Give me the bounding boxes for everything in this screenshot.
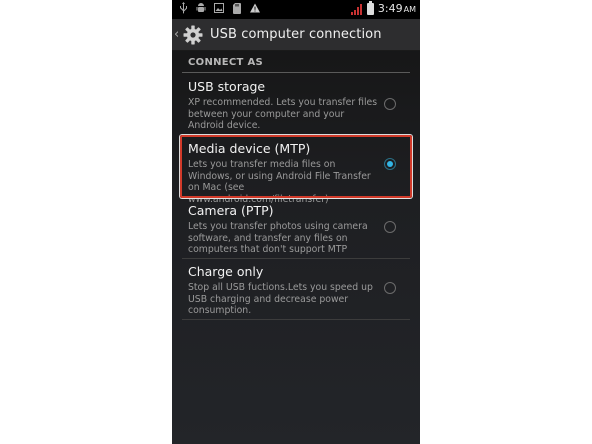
sd-card-icon (232, 2, 242, 14)
section-header-connect-as: CONNECT AS (182, 57, 410, 73)
option-charge-only[interactable]: Charge only Stop all USB fuctions.Lets y… (182, 264, 410, 317)
action-bar: ‹ USB computer connection (172, 19, 420, 51)
radio-button[interactable] (384, 282, 396, 294)
status-right: 3:49AM (350, 0, 416, 15)
battery-icon (366, 0, 374, 15)
selection-highlight-box (180, 135, 412, 198)
option-summary: Stop all USB fuctions.Lets you speed up … (188, 282, 373, 316)
option-usb-storage[interactable]: USB storage XP recommended. Lets you tra… (182, 79, 410, 132)
up-navigation-icon[interactable]: ‹ (174, 27, 182, 42)
status-bar: 3:49AM (172, 0, 420, 19)
usb-icon (178, 2, 188, 14)
image-icon (214, 2, 224, 14)
clock-time: 3:49 (377, 2, 403, 15)
notification-icons (178, 2, 260, 14)
option-title: USB storage (188, 79, 266, 94)
clock-ampm: AM (403, 5, 416, 14)
option-camera-ptp[interactable]: Camera (PTP) Lets you transfer photos us… (182, 203, 410, 256)
clock: 3:49AM (378, 2, 416, 15)
option-summary: Lets you transfer photos using camera so… (188, 221, 368, 255)
phone-screen: 3:49AM ‹ USB computer connection CONNECT… (172, 0, 420, 444)
radio-button[interactable] (384, 98, 396, 110)
signal-icon (350, 3, 363, 15)
option-title: Camera (PTP) (188, 203, 274, 218)
warning-icon (250, 2, 260, 14)
android-debug-icon (196, 2, 206, 14)
option-summary: XP recommended. Lets you transfer files … (188, 97, 378, 131)
radio-button[interactable] (384, 221, 396, 233)
settings-gear-icon[interactable] (182, 24, 204, 46)
option-title: Charge only (188, 264, 264, 279)
divider (182, 198, 410, 199)
action-bar-title: USB computer connection (210, 27, 382, 42)
divider (182, 258, 410, 259)
divider (182, 319, 410, 320)
